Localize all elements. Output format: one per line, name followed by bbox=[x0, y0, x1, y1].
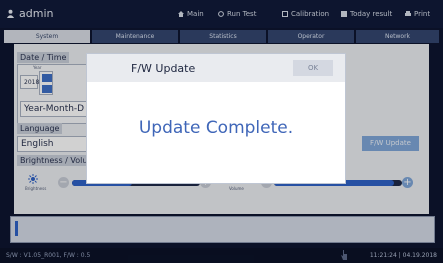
ok-button[interactable]: OK bbox=[293, 60, 333, 76]
dialog-header: F/W Update OK bbox=[87, 54, 345, 82]
fw-update-dialog: F/W Update OK Update Complete. bbox=[87, 54, 345, 183]
dialog-message: Update Complete. bbox=[138, 118, 294, 138]
dialog-title: F/W Update bbox=[131, 62, 196, 75]
app-screen: admin Main Run Test Calibration Today re… bbox=[0, 0, 443, 263]
